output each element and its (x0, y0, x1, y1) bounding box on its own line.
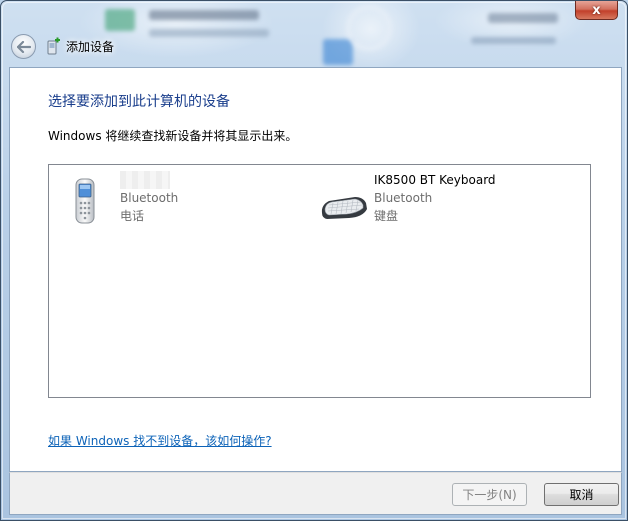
device-protocol: Bluetooth (374, 191, 433, 205)
back-arrow-icon (16, 40, 31, 53)
redacted-name (120, 171, 170, 189)
device-list[interactable]: Bluetooth 电话 IK8500 BT Keyboard Bluetoot… (48, 164, 591, 398)
device-info: IK8500 BT Keyboard Bluetooth 键盘 (374, 171, 496, 225)
device-category: 键盘 (374, 209, 399, 223)
background-blur (149, 10, 259, 20)
background-blur (488, 13, 558, 23)
device-name: IK8500 BT Keyboard (374, 173, 496, 187)
background-blur (149, 29, 269, 37)
background-blur (105, 9, 135, 31)
content-area: 选择要添加到此计算机的设备 Windows 将继续查找新设备并将其显示出来。 B… (9, 67, 622, 472)
device-item-phone[interactable]: Bluetooth 电话 (71, 171, 301, 231)
add-device-icon (47, 37, 60, 55)
back-button[interactable] (11, 34, 36, 59)
background-blur (323, 39, 353, 65)
keyboard-icon (321, 197, 367, 219)
next-button[interactable]: 下一步(N) (452, 483, 527, 506)
close-icon: x (592, 2, 601, 18)
page-heading: 选择要添加到此计算机的设备 (48, 94, 230, 110)
close-button[interactable]: x (575, 1, 618, 20)
device-item-keyboard[interactable]: IK8500 BT Keyboard Bluetooth 键盘 (319, 171, 569, 231)
device-protocol: Bluetooth (120, 191, 179, 205)
instruction-text: Windows 将继续查找新设备并将其显示出来。 (48, 129, 298, 143)
button-bar: 下一步(N) 取消 (9, 472, 622, 515)
device-info: Bluetooth 电话 (120, 171, 178, 225)
background-blur (346, 5, 392, 51)
window-frame: 添加设备 x 选择要添加到此计算机的设备 Windows 将继续查找新设备并将其… (0, 0, 628, 521)
device-name (120, 171, 178, 189)
window-title: 添加设备 (66, 40, 115, 54)
help-link[interactable]: 如果 Windows 找不到设备，该如何操作? (48, 432, 272, 449)
mobile-phone-icon (75, 178, 95, 224)
background-blur (471, 37, 556, 44)
device-category: 电话 (120, 209, 145, 223)
cancel-button[interactable]: 取消 (544, 483, 619, 506)
